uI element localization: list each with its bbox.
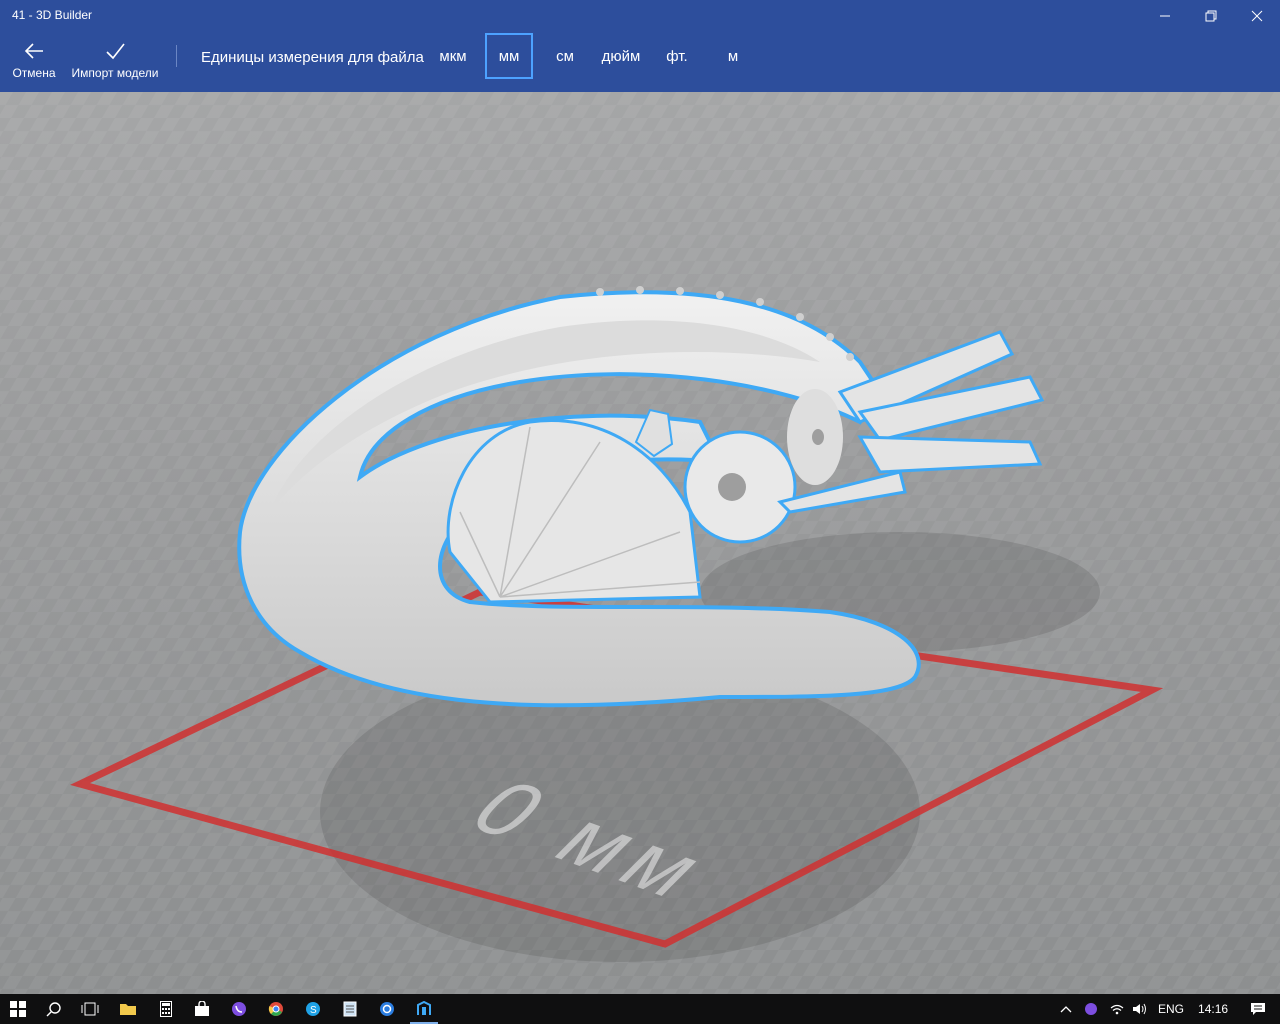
back-arrow-icon: [24, 43, 43, 59]
taskbar: S ENG 14:16: [0, 994, 1280, 1024]
circle-app-icon: [380, 1002, 394, 1016]
taskbar-notepad[interactable]: [332, 994, 368, 1024]
taskbar-skype[interactable]: S: [295, 994, 331, 1024]
volume-icon[interactable]: [1132, 1003, 1148, 1015]
import-model-button[interactable]: Импорт модели: [68, 40, 162, 88]
search-icon: [46, 1002, 61, 1017]
clock[interactable]: 14:16: [1198, 1002, 1228, 1016]
minimize-button[interactable]: [1142, 0, 1188, 32]
minimize-icon: [1160, 15, 1170, 17]
input-language[interactable]: ENG: [1158, 1002, 1184, 1016]
viber-icon: [232, 1002, 246, 1016]
unit-um[interactable]: мкм: [432, 33, 474, 79]
skype-icon: S: [306, 1002, 320, 1016]
3d-viewport[interactable]: 0 мм: [0, 92, 1280, 994]
start-button[interactable]: [0, 994, 36, 1024]
restore-button[interactable]: [1188, 0, 1234, 32]
store-bag-icon: [195, 1001, 209, 1016]
toolbar-divider: [176, 45, 177, 67]
unit-m[interactable]: м: [716, 33, 750, 79]
calculator-icon: [160, 1001, 172, 1017]
folder-icon: [120, 1004, 136, 1015]
unit-mm[interactable]: мм: [485, 33, 533, 79]
notepad-icon: [343, 1001, 357, 1017]
unit-ft[interactable]: фт.: [658, 33, 696, 79]
cancel-label: Отмена: [12, 66, 56, 80]
taskbar-viber[interactable]: [221, 994, 257, 1024]
system-tray: ENG 14:16: [1060, 994, 1266, 1024]
unit-cm[interactable]: см: [546, 33, 584, 79]
3d-builder-icon: [417, 1001, 431, 1015]
taskbar-file-explorer[interactable]: [110, 994, 146, 1024]
unit-inch[interactable]: дюйм: [596, 33, 646, 79]
chevron-up-icon[interactable]: [1060, 1004, 1072, 1014]
action-center-icon[interactable]: [1250, 1002, 1266, 1016]
taskbar-chrome[interactable]: [258, 994, 294, 1024]
app-header: 41 - 3D Builder Отмена Импорт модели Еди…: [0, 0, 1280, 92]
search-button[interactable]: [36, 994, 72, 1024]
checkmark-icon: [106, 43, 125, 60]
title-bar: 41 - 3D Builder: [0, 0, 1280, 32]
viber-tray-icon[interactable]: [1084, 1002, 1098, 1016]
svg-text:S: S: [310, 1005, 317, 1016]
cancel-button[interactable]: Отмена: [10, 40, 58, 88]
import-label: Импорт модели: [71, 66, 159, 80]
taskbar-store[interactable]: [184, 994, 220, 1024]
windows-logo-icon: [10, 1001, 26, 1017]
window-title: 41 - 3D Builder: [12, 8, 93, 22]
taskbar-3d-builder[interactable]: [406, 994, 442, 1024]
taskbar-app-blue[interactable]: [369, 994, 405, 1024]
close-icon: [1251, 10, 1263, 22]
chrome-icon: [268, 1002, 283, 1016]
wifi-icon[interactable]: [1110, 1003, 1124, 1015]
units-label: Единицы измерения для файла: [201, 49, 424, 66]
restore-icon: [1205, 10, 1217, 22]
taskbar-calculator[interactable]: [148, 994, 184, 1024]
close-button[interactable]: [1234, 0, 1280, 32]
task-view-button[interactable]: [72, 994, 108, 1024]
task-view-icon: [81, 1002, 99, 1016]
